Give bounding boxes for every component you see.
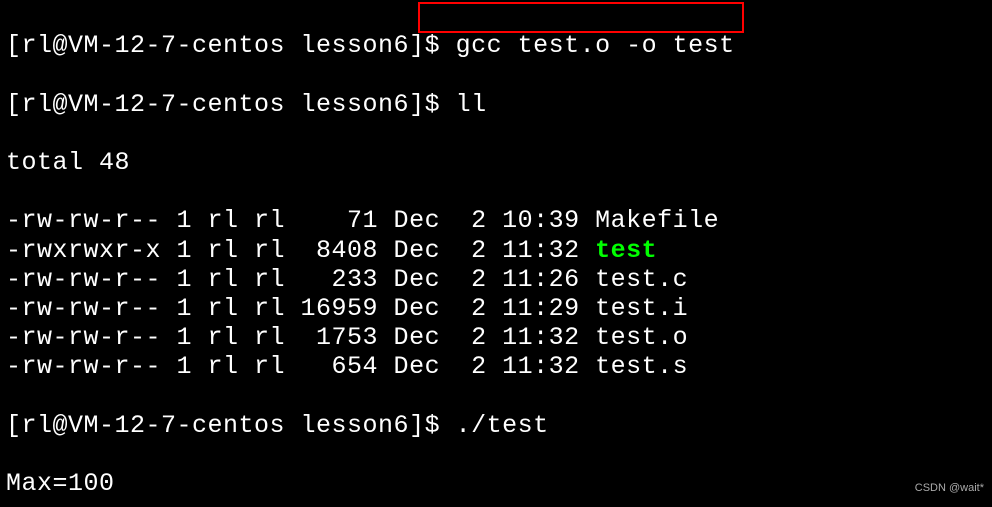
command-run: ./test <box>456 411 549 440</box>
command-gcc: gcc test.o -o test <box>456 31 735 60</box>
shell-prompt: [rl@VM-12-7-centos lesson6]$ <box>6 411 456 440</box>
file-name: test.o <box>595 323 688 352</box>
file-name: Makefile <box>595 206 719 235</box>
file-row: -rwxrwxr-x 1 rl rl 8408 Dec 2 11:32 test <box>6 236 986 265</box>
file-name: test.i <box>595 294 688 323</box>
file-name: test.c <box>595 265 688 294</box>
file-row: -rw-rw-r-- 1 rl rl 654 Dec 2 11:32 test.… <box>6 352 986 381</box>
file-name: test.s <box>595 352 688 381</box>
total-line: total 48 <box>6 148 986 177</box>
file-row: -rw-rw-r-- 1 rl rl 71 Dec 2 10:39 Makefi… <box>6 206 986 235</box>
output-line: Max=100 <box>6 469 986 498</box>
file-row: -rw-rw-r-- 1 rl rl 1753 Dec 2 11:32 test… <box>6 323 986 352</box>
terminal[interactable]: [rl@VM-12-7-centos lesson6]$ gcc test.o … <box>0 0 992 507</box>
shell-prompt: [rl@VM-12-7-centos lesson6]$ <box>6 31 456 60</box>
command-ll: ll <box>456 90 487 119</box>
file-row: -rw-rw-r-- 1 rl rl 16959 Dec 2 11:29 tes… <box>6 294 986 323</box>
watermark: CSDN @wait* <box>915 474 984 503</box>
shell-prompt: [rl@VM-12-7-centos lesson6]$ <box>6 90 456 119</box>
file-row: -rw-rw-r-- 1 rl rl 233 Dec 2 11:26 test.… <box>6 265 986 294</box>
file-name-exec: test <box>595 236 657 265</box>
